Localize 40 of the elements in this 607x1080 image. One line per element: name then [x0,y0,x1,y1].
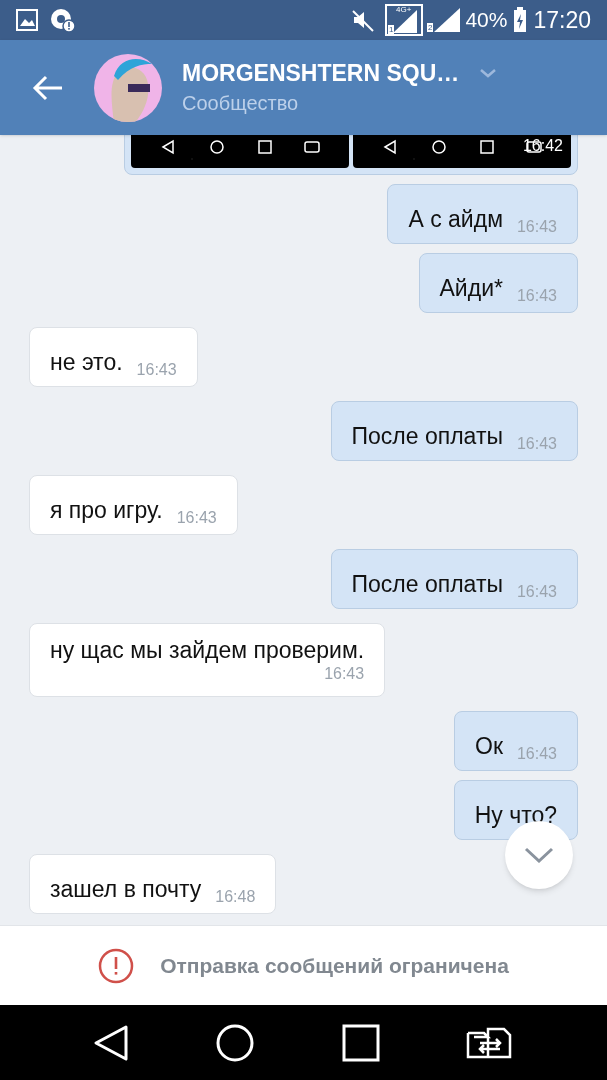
scroll-down-button[interactable] [505,821,573,889]
restriction-notice: Отправка сообщений ограничена [160,952,509,979]
sim-switch-icon[interactable] [465,1026,514,1059]
message-time: 16:43 [516,434,557,454]
sim-number: 1 [387,25,395,34]
home-icon[interactable] [215,1022,256,1063]
clock: 17:20 [533,5,591,35]
message-text: Ну что? [474,801,557,829]
battery-icon [513,7,528,33]
image-icon [16,9,38,31]
message-text: А с айдм [408,205,503,233]
message-text: зашел в почту [50,875,202,903]
message-text: я про игру. [50,496,163,524]
network-type: 4G+ [395,5,412,15]
battery-percentage: 40% [465,7,508,34]
message-time: 16:43 [176,508,217,528]
back-arrow-icon[interactable] [32,74,64,101]
message-text: ну щас мы зайдем проверим. [50,636,365,664]
sim-number: 2 [426,23,434,32]
recent-apps-icon[interactable] [341,1023,380,1062]
chat-title[interactable]: MORGENSHTERN SQU… [182,57,460,88]
message-text: После оплаты [351,422,503,450]
message-time: 16:43 [516,217,557,237]
message-text: Ок [475,732,503,760]
message-time: 16:43 [324,664,365,684]
signal-icon [433,7,462,33]
back-icon[interactable] [93,1023,130,1062]
message-time: 16:43 [516,582,557,602]
mute-icon [350,8,375,32]
warning-icon [98,947,135,984]
message-time: 16:43 [516,286,557,306]
message-time: 16:48 [215,887,256,907]
message-time: 16:43 [516,744,557,764]
chevron-down-icon [524,847,554,863]
message-text: не это. [50,348,123,376]
message-text: После оплаты [351,570,503,598]
message-text: Айди* [439,274,503,302]
alert-icon [50,7,76,33]
message-time: 16:43 [136,360,177,380]
chat-subtitle: Сообщество [182,90,300,116]
